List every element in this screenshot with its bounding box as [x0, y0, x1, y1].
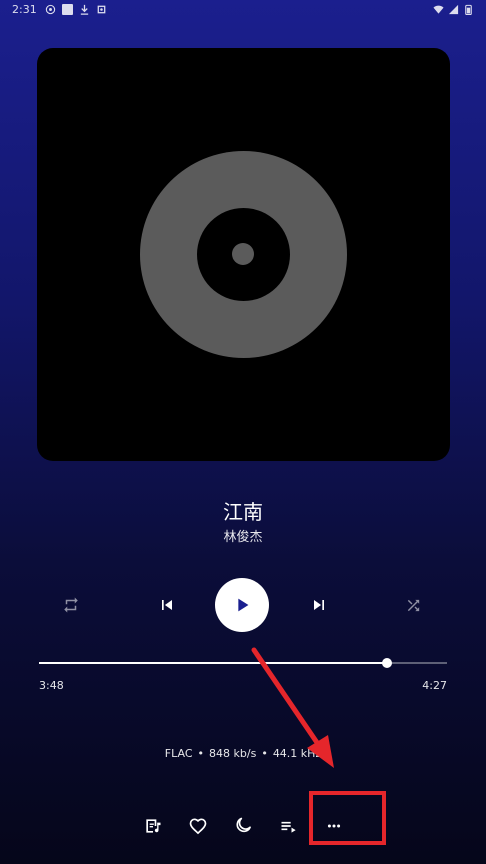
queue-button[interactable]: [277, 814, 301, 838]
play-button[interactable]: [215, 578, 269, 632]
seek-bar[interactable]: [39, 658, 447, 668]
previous-button[interactable]: [154, 592, 180, 618]
repeat-button[interactable]: [58, 592, 84, 618]
sleep-timer-icon: [236, 817, 251, 833]
audio-bitrate: 848 kb/s: [209, 747, 257, 760]
lyrics-icon: [146, 819, 161, 833]
play-icon: [238, 598, 249, 612]
seek-bar-thumb[interactable]: [382, 658, 393, 668]
skip-next-icon: [314, 600, 324, 610]
signal-icon: [448, 4, 459, 15]
annotation-highlight-box: [309, 791, 386, 845]
status-bar: 2:31: [0, 0, 486, 22]
download-icon: [80, 4, 89, 15]
audio-info: FLAC • 848 kb/s • 44.1 kHz: [0, 747, 486, 760]
status-icons-left: [45, 4, 107, 15]
track-artist[interactable]: 林俊杰: [0, 526, 486, 545]
status-icons-right: [433, 4, 474, 15]
shuffle-icon: [407, 599, 419, 611]
separator: •: [197, 747, 205, 760]
radio-icon: [45, 4, 56, 15]
skip-previous-icon: [162, 600, 172, 610]
audio-sample-rate: 44.1 kHz: [272, 747, 322, 760]
audio-format: FLAC: [164, 747, 193, 760]
separator: •: [261, 747, 268, 760]
repeat-icon: [64, 597, 78, 613]
total-time: 4:27: [422, 679, 447, 692]
lyrics-button[interactable]: [141, 814, 165, 838]
settings-icon: [97, 5, 106, 14]
favorite-button[interactable]: [186, 814, 210, 838]
seek-bar-progress: [39, 662, 388, 664]
heart-icon: [189, 818, 207, 835]
status-time: 2:31: [12, 3, 37, 16]
album-art[interactable]: [37, 48, 450, 461]
battery-icon: [465, 4, 472, 15]
shuffle-button[interactable]: [400, 592, 426, 618]
disc-center-hole: [232, 243, 254, 265]
square-icon: [62, 4, 73, 15]
wifi-icon: [433, 5, 444, 14]
elapsed-time: 3:48: [39, 679, 64, 692]
sleep-timer-button[interactable]: [231, 814, 255, 838]
track-title: 江南: [223, 500, 263, 524]
queue-icon: [281, 821, 296, 833]
next-button[interactable]: [306, 592, 332, 618]
